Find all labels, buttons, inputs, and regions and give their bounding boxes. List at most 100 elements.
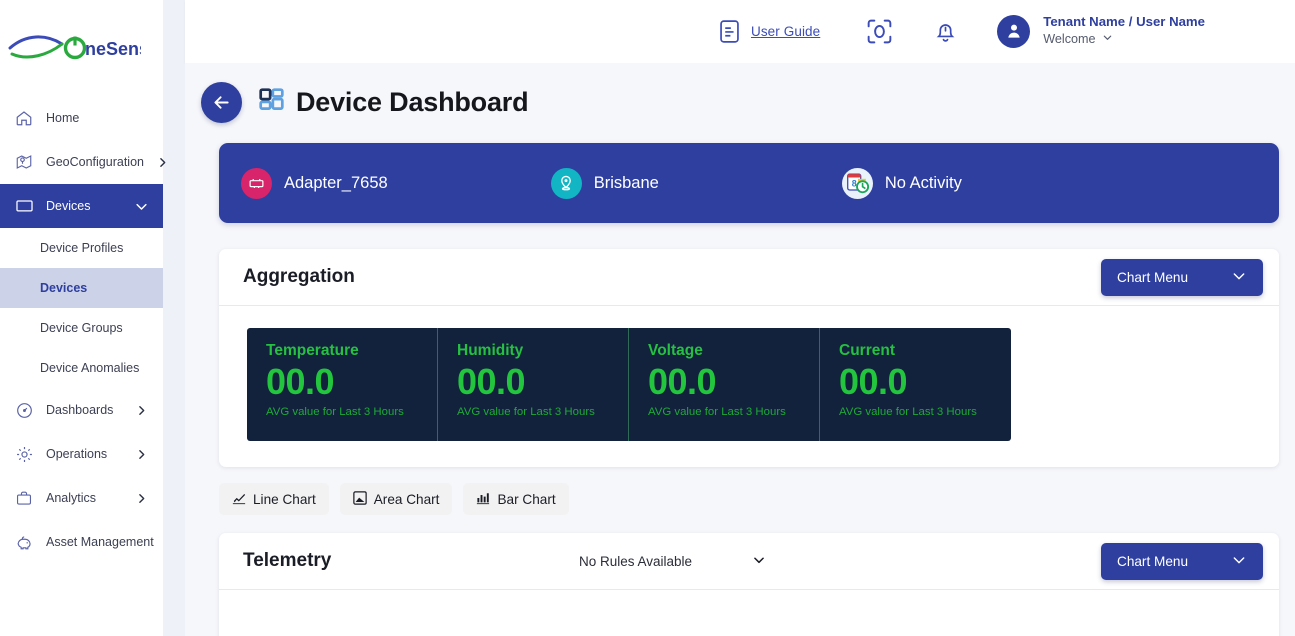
- sidebar-subitem-device-profiles[interactable]: Device Profiles: [0, 228, 163, 268]
- sidebar-nav: Home GeoConfiguration: [0, 96, 163, 564]
- home-icon: [14, 108, 34, 128]
- back-button[interactable]: [201, 82, 242, 123]
- chevron-right-icon: [156, 154, 169, 170]
- sidebar-subitem-device-anomalies[interactable]: Device Anomalies: [0, 348, 163, 388]
- sidebar-item-dashboards[interactable]: Dashboards: [0, 388, 163, 432]
- sidebar-item-operations[interactable]: Operations: [0, 432, 163, 476]
- tab-line-chart[interactable]: Line Chart: [219, 483, 329, 515]
- aggregation-card: Aggregation Chart Menu Temperature 00.0 …: [219, 249, 1279, 467]
- chart-menu-label: Chart Menu: [1117, 554, 1188, 569]
- topbar: User Guide: [185, 0, 1295, 63]
- page-title-group: Device Dashboard: [258, 87, 528, 119]
- arrow-left-icon: [211, 92, 232, 113]
- device-name-label: Adapter_7658: [284, 174, 388, 193]
- sidebar-subitem-label: Devices: [40, 281, 87, 295]
- page-header: Device Dashboard: [185, 63, 1295, 123]
- sidebar-item-label: Home: [46, 111, 163, 125]
- welcome-label: Welcome: [1043, 32, 1095, 47]
- bar-chart-icon: [476, 491, 490, 508]
- sidebar-subitem-device-groups[interactable]: Device Groups: [0, 308, 163, 348]
- qr-scan-icon[interactable]: [864, 16, 895, 47]
- metric-name: Current: [839, 342, 1011, 360]
- sidebar-item-asset-management[interactable]: Asset Management: [0, 520, 163, 564]
- metric-tile-voltage[interactable]: Voltage 00.0 AVG value for Last 3 Hours: [629, 328, 820, 441]
- sidebar-item-label: Asset Management: [46, 535, 163, 549]
- device-location-chip: Brisbane: [551, 168, 659, 199]
- metric-subtitle: AVG value for Last 3 Hours: [457, 406, 628, 418]
- device-name-chip: Adapter_7658: [241, 168, 388, 199]
- bell-icon[interactable]: [932, 18, 959, 45]
- metric-name: Humidity: [457, 342, 628, 360]
- page-content: Device Dashboard Adapter_7658: [185, 63, 1295, 636]
- chevron-down-icon: [133, 198, 149, 214]
- device-activity-label: No Activity: [885, 174, 962, 193]
- piggy-bank-icon: [14, 532, 34, 552]
- monitor-icon: [14, 196, 34, 216]
- line-chart-icon: [232, 491, 246, 508]
- gauge-icon: [14, 400, 34, 420]
- user-info: Tenant Name / User Name Welcome: [1043, 14, 1205, 48]
- sidebar-item-label: GeoConfiguration: [46, 155, 144, 169]
- brand-logo[interactable]: neSense: [0, 0, 163, 96]
- device-adapter-icon: [241, 168, 272, 199]
- rules-dropdown[interactable]: No Rules Available: [579, 553, 766, 570]
- gear-icon: [14, 444, 34, 464]
- telemetry-title: Telemetry: [243, 550, 331, 572]
- tab-label: Bar Chart: [497, 492, 555, 507]
- welcome-row[interactable]: Welcome: [1043, 30, 1205, 49]
- svg-text:8: 8: [852, 178, 857, 188]
- chevron-down-icon: [1231, 552, 1247, 571]
- metric-value: 00.0: [457, 362, 628, 402]
- user-menu[interactable]: Tenant Name / User Name Welcome: [997, 14, 1205, 48]
- sidebar-item-analytics[interactable]: Analytics: [0, 476, 163, 520]
- brand-name-text: neSense: [85, 39, 141, 59]
- chevron-down-icon: [1102, 30, 1113, 49]
- document-icon: [716, 18, 743, 45]
- tab-bar-chart[interactable]: Bar Chart: [463, 483, 568, 515]
- metric-tile-current[interactable]: Current 00.0 AVG value for Last 3 Hours: [820, 328, 1011, 441]
- user-avatar-icon: [1004, 21, 1024, 41]
- main-shell: User Guide: [163, 0, 1295, 636]
- user-guide-link[interactable]: User Guide: [751, 24, 820, 39]
- metric-value: 00.0: [839, 362, 1011, 402]
- device-dashboard-page: neSense Home: [0, 0, 1295, 636]
- metric-value: 00.0: [648, 362, 819, 402]
- tab-area-chart[interactable]: Area Chart: [340, 483, 453, 515]
- sidebar-item-geoconfiguration[interactable]: GeoConfiguration: [0, 140, 163, 184]
- device-info-banner: Adapter_7658 Brisbane: [219, 143, 1279, 223]
- telemetry-card-header: Telemetry No Rules Available Chart Menu: [219, 533, 1279, 590]
- user-name-label: Tenant Name / User Name: [1043, 14, 1205, 30]
- telemetry-chart-menu-button[interactable]: Chart Menu: [1101, 543, 1263, 580]
- sidebar-subitem-devices[interactable]: Devices: [0, 268, 163, 308]
- metric-subtitle: AVG value for Last 3 Hours: [839, 406, 1011, 418]
- sidebar-subitem-label: Device Profiles: [40, 241, 123, 255]
- sidebar-item-home[interactable]: Home: [0, 96, 163, 140]
- device-activity-chip: 8 No Activity: [842, 168, 962, 199]
- map-pin-icon: [14, 152, 34, 172]
- chevron-right-icon: [133, 490, 149, 506]
- chevron-right-icon: [133, 446, 149, 462]
- metric-tile-temperature[interactable]: Temperature 00.0 AVG value for Last 3 Ho…: [247, 328, 438, 441]
- metric-name: Temperature: [266, 342, 437, 360]
- chart-menu-label: Chart Menu: [1117, 270, 1188, 285]
- telemetry-card: Telemetry No Rules Available Chart Menu: [219, 533, 1279, 636]
- chevron-down-icon: [752, 553, 766, 570]
- telemetry-card-body: [219, 590, 1279, 636]
- aggregation-chart-menu-button[interactable]: Chart Menu: [1101, 259, 1263, 296]
- sidebar-item-label: Analytics: [46, 491, 121, 505]
- chevron-down-icon: [1231, 268, 1247, 287]
- aggregation-card-header: Aggregation Chart Menu: [219, 249, 1279, 306]
- chart-type-tabs: Line Chart Area Chart: [219, 483, 1295, 515]
- metric-tile-humidity[interactable]: Humidity 00.0 AVG value for Last 3 Hours: [438, 328, 629, 441]
- sidebar-subitem-label: Device Groups: [40, 321, 123, 335]
- briefcase-icon: [14, 488, 34, 508]
- sidebar-item-label: Devices: [46, 199, 121, 213]
- sidebar-item-devices[interactable]: Devices: [0, 184, 163, 228]
- metric-subtitle: AVG value for Last 3 Hours: [266, 406, 437, 418]
- dashboard-grid-icon: [258, 87, 285, 119]
- sidebar-item-label: Dashboards: [46, 403, 121, 417]
- metric-name: Voltage: [648, 342, 819, 360]
- user-guide-group[interactable]: User Guide: [716, 18, 820, 45]
- sidebar: neSense Home: [0, 0, 163, 636]
- calendar-clock-icon: 8: [842, 168, 873, 199]
